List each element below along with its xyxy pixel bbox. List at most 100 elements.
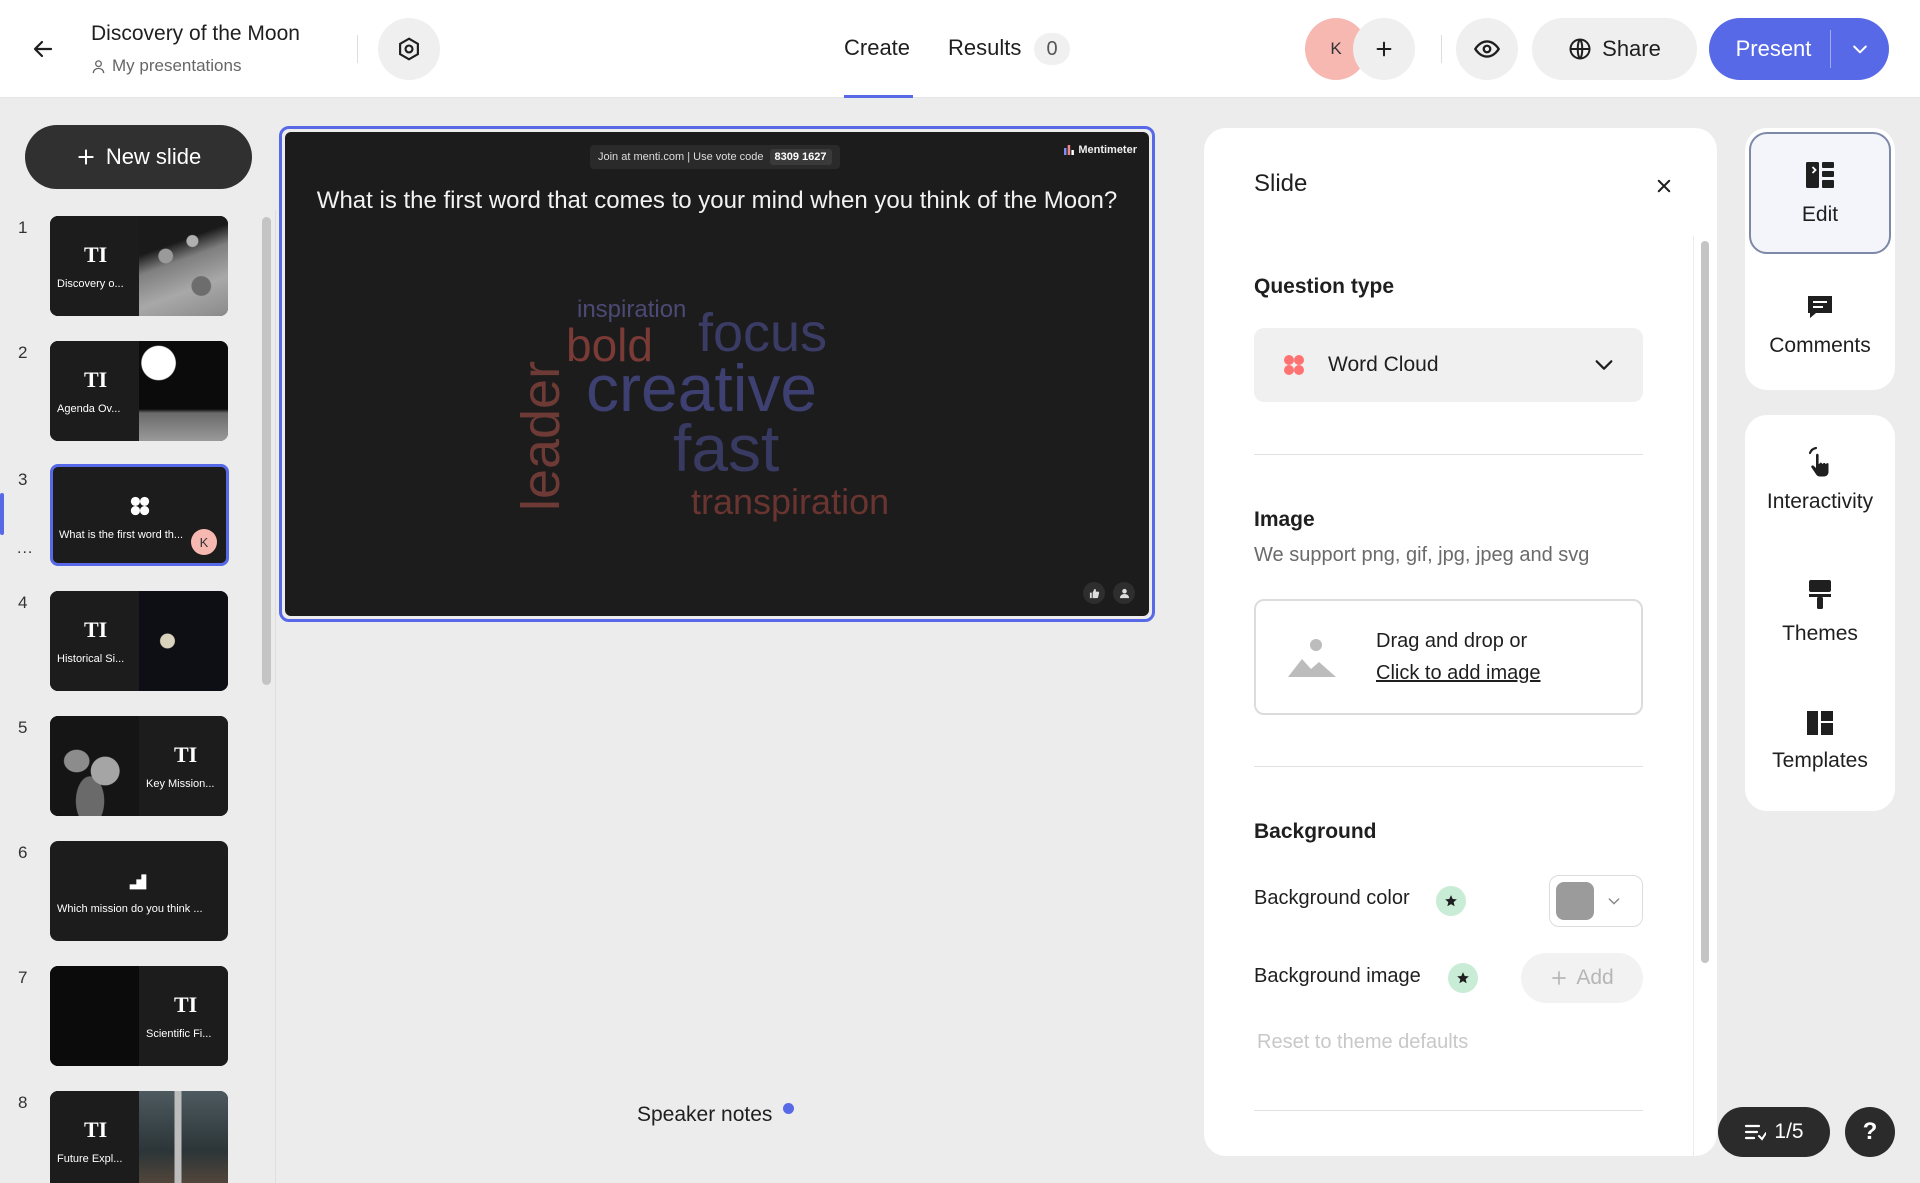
thumb-inner: What is the first word th... K [57, 471, 222, 559]
slide-thumbnail[interactable]: TI Future Expl... [50, 1091, 228, 1183]
background-color-picker[interactable] [1549, 875, 1643, 927]
close-icon [1657, 179, 1671, 193]
slide-thumbnail[interactable]: TI Agenda Ov... [50, 341, 228, 441]
present-options-button[interactable] [1831, 39, 1889, 59]
rail-themes-button[interactable]: Themes [1749, 551, 1891, 673]
help-button[interactable]: ? [1845, 1107, 1895, 1157]
rail-interactivity-button[interactable]: Interactivity [1749, 419, 1891, 541]
top-bar: Discovery of the Moon My presentations C… [0, 0, 1920, 98]
thumb-collaborator-avatar: K [191, 529, 217, 555]
title-type-icon: TI [84, 242, 108, 267]
question-type-heading: Question type [1254, 275, 1395, 298]
globe-icon [1569, 38, 1591, 60]
slide-item-5[interactable]: 5 TI Key Mission... [0, 712, 250, 816]
mentimeter-logo: Mentimeter [1064, 144, 1137, 156]
slide-item-8[interactable]: 8 TI Future Expl... [0, 1087, 250, 1183]
slide-thumb-label: Historical Si... [57, 653, 125, 665]
astronauts-image [50, 716, 139, 816]
slide-thumbnail[interactable]: TI Historical Si... [50, 591, 228, 691]
background-image-label: Background image [1254, 965, 1421, 987]
slide-number: 8 [18, 1093, 28, 1112]
panel-scrollbar[interactable] [1701, 241, 1709, 963]
presentation-title[interactable]: Discovery of the Moon [91, 22, 300, 46]
share-button[interactable]: Share [1532, 18, 1697, 80]
background-color-label: Background color [1254, 887, 1410, 909]
slide-item-2[interactable]: 2 TI Agenda Ov... [0, 337, 250, 441]
image-drop-zone[interactable]: Drag and drop or Click to add image [1254, 599, 1643, 715]
word-cloud-word: leader [511, 360, 572, 512]
divider [1441, 35, 1442, 63]
slide-thumbnail[interactable]: Which mission do you think ... [50, 841, 228, 941]
moon-in-space-image [139, 591, 228, 691]
slide-counter-button[interactable]: 1/5 [1718, 1107, 1830, 1157]
slide-thumb-label: Agenda Ov... [57, 403, 121, 415]
speaker-notes-button[interactable]: Speaker notes [637, 1103, 772, 1127]
settings-button[interactable] [378, 18, 440, 80]
present-button[interactable]: Present [1709, 36, 1830, 62]
back-button[interactable] [22, 28, 64, 70]
slide-settings-panel: Slide Question type Word Cloud Image We … [1204, 128, 1717, 1156]
preview-button[interactable] [1456, 18, 1518, 80]
title-type-icon: TI [84, 367, 108, 392]
section-divider [1254, 454, 1643, 455]
rocket-hangar-image [139, 1091, 228, 1183]
slide-counter-label: 1/5 [1774, 1120, 1804, 1143]
chevron-down-icon [1608, 898, 1620, 905]
presentation-title-block: Discovery of the Moon My presentations [91, 22, 300, 76]
slide-item-4[interactable]: 4 TI Historical Si... [0, 587, 250, 691]
location-label: My presentations [112, 56, 242, 75]
tab-results[interactable]: Results [948, 35, 1021, 61]
canvas-reaction-icons [1083, 582, 1135, 604]
plus-icon [1376, 41, 1392, 57]
premium-star-icon [1436, 886, 1466, 916]
slide-item-1[interactable]: 1 TI Discovery o... [0, 212, 250, 316]
slide-thumb-label: Future Expl... [57, 1153, 123, 1165]
rail-comments-label: Comments [1769, 334, 1871, 357]
brand-label: Mentimeter [1078, 144, 1137, 156]
arrow-left-icon [33, 40, 53, 58]
chevron-down-icon [1853, 45, 1867, 54]
slide-item-6[interactable]: 6 Which mission do you think ... [0, 837, 250, 941]
rail-comments-button[interactable]: Comments [1749, 264, 1891, 386]
reset-theme-defaults-link[interactable]: Reset to theme defaults [1257, 1031, 1468, 1054]
slide-item-7[interactable]: 7 TI Scientific Fi... [0, 962, 250, 1066]
rail-edit-label: Edit [1801, 203, 1839, 226]
sidebar-divider [275, 210, 276, 1183]
rail-templates-button[interactable]: Templates [1749, 680, 1891, 802]
color-swatch [1556, 882, 1594, 920]
slide-list-scrollbar[interactable] [262, 217, 271, 685]
click-to-add-image-link[interactable]: Click to add image [1376, 657, 1541, 689]
section-divider [1254, 766, 1643, 767]
slide-thumbnail[interactable]: TI Scientific Fi... [50, 966, 228, 1066]
slide-question[interactable]: What is the first word that comes to you… [285, 187, 1149, 215]
panel-title: Slide [1254, 170, 1308, 197]
slide-thumbnail-active[interactable]: What is the first word th... K [50, 464, 229, 566]
presentation-location[interactable]: My presentations [91, 56, 300, 76]
vote-code: 8309 1627 [769, 149, 832, 165]
add-collaborator-button[interactable] [1353, 18, 1415, 80]
ranking-icon [129, 874, 147, 890]
image-heading: Image [1254, 508, 1315, 531]
drop-zone-text: Drag and drop or Click to add image [1376, 625, 1541, 689]
slide-number: 6 [18, 843, 28, 862]
slide-item-3[interactable]: 3 What is the first word th... K [0, 464, 250, 566]
new-slide-button[interactable]: New slide [25, 125, 252, 189]
thumbs-up-icon [1083, 582, 1105, 604]
paint-roller-icon [1809, 580, 1831, 609]
pointer-hand-icon [1808, 446, 1829, 477]
image-placeholder-icon [1288, 639, 1336, 677]
add-background-image-button[interactable]: Add [1521, 953, 1643, 1003]
results-count-badge: 0 [1034, 33, 1070, 65]
slide-thumbnail[interactable]: TI Discovery o... [50, 216, 228, 316]
question-type-value: Word Cloud [1328, 353, 1439, 376]
slide-number: 5 [18, 718, 28, 737]
tab-create[interactable]: Create [844, 35, 910, 61]
slide-thumbnail[interactable]: TI Key Mission... [50, 716, 228, 816]
slide-thumb-label: Scientific Fi... [146, 1028, 212, 1040]
slide-number: 3 [18, 470, 28, 489]
slide-thumb-label: Which mission do you think ... [57, 903, 203, 915]
rail-edit-button[interactable]: Edit [1749, 132, 1891, 254]
slide-canvas-frame[interactable]: Join at menti.com | Use vote code 8309 1… [279, 126, 1155, 622]
question-type-select[interactable]: Word Cloud [1254, 328, 1643, 402]
close-panel-button[interactable] [1646, 168, 1682, 204]
